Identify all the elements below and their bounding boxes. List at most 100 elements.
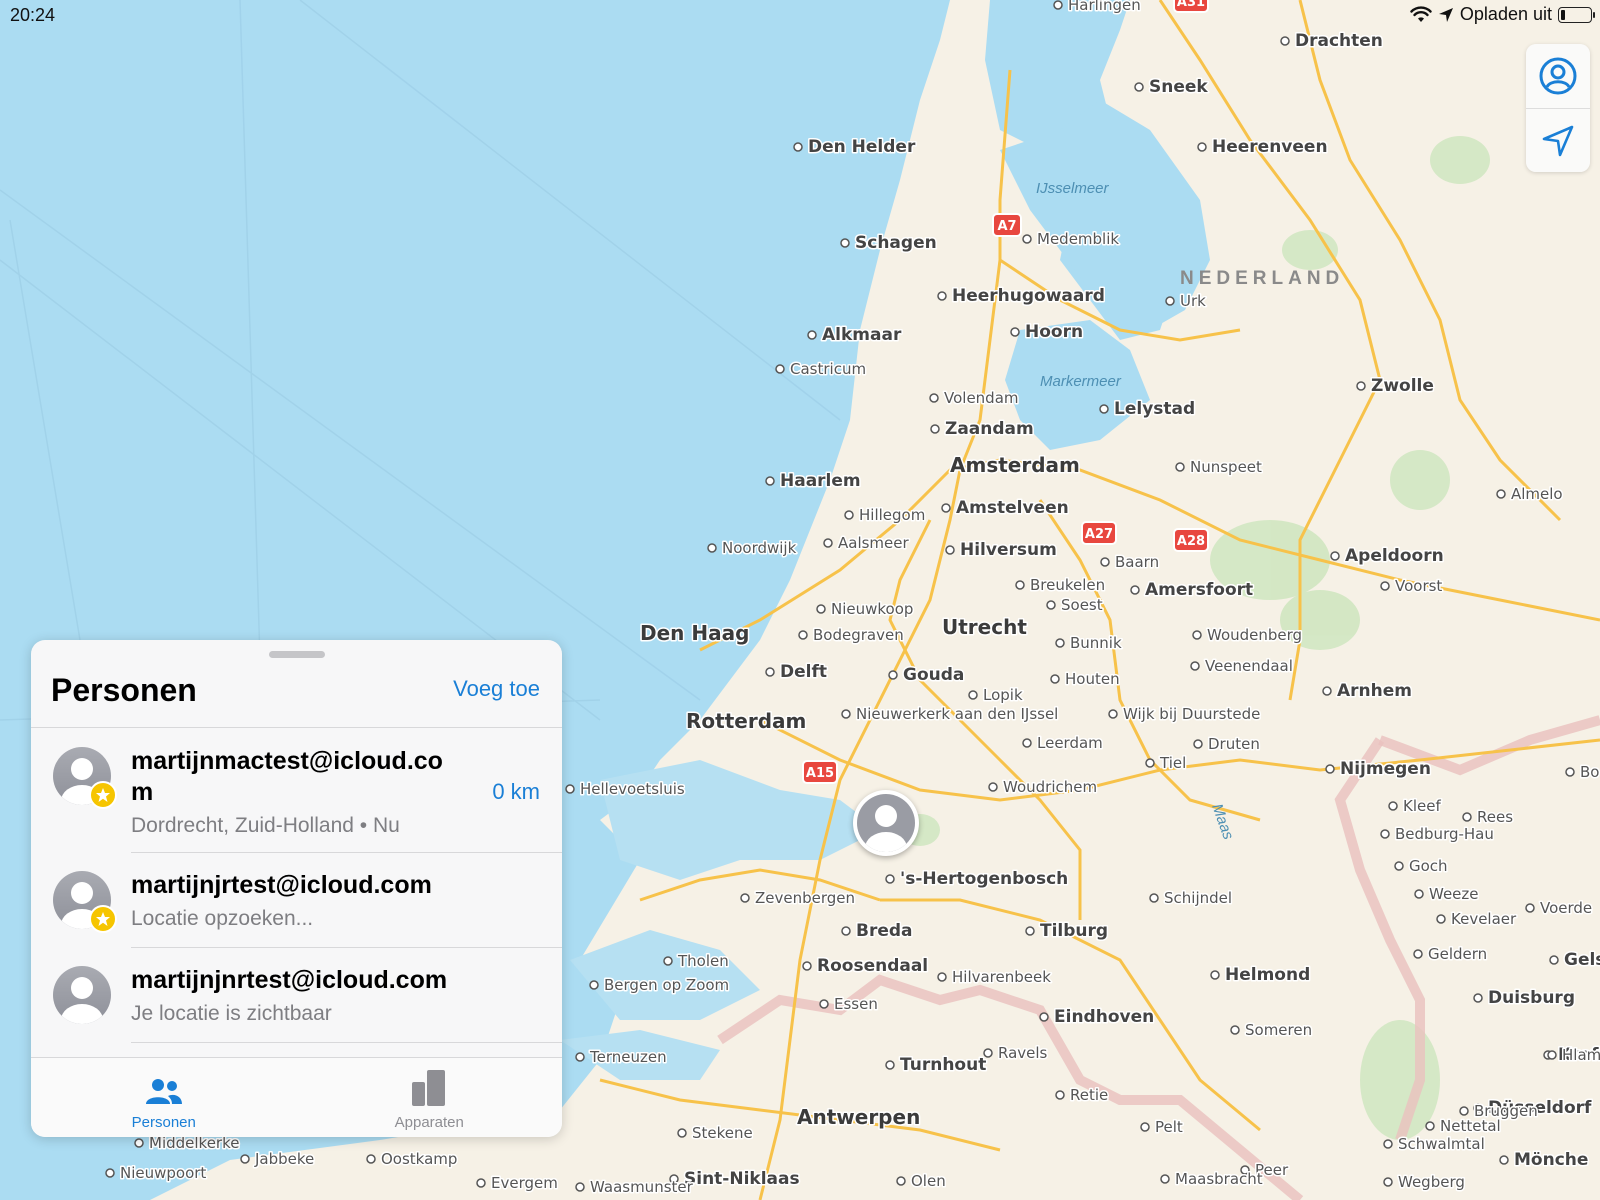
- map-city-label: Schagen: [855, 233, 937, 253]
- map-city-dot: [1099, 404, 1109, 414]
- map-city-dot: [1145, 758, 1155, 768]
- map-city-dot: [896, 1176, 906, 1186]
- charging-status: Opladen uit: [1459, 4, 1552, 24]
- map-city-label: Amersfoort: [1145, 580, 1253, 600]
- map-city-dot: [1025, 926, 1035, 936]
- map-city-label: Oostkamp: [381, 1150, 457, 1168]
- map-city-label: Hilvarenbeek: [952, 968, 1051, 986]
- map-city-dot: [1192, 630, 1202, 640]
- map-city-dot: [823, 538, 833, 548]
- map-city-label: Hellevoetsluis: [580, 780, 685, 798]
- map-city-dot: [937, 972, 947, 982]
- map-city-label: Wegberg: [1398, 1173, 1465, 1191]
- map-city-dot: [1388, 801, 1398, 811]
- map-city-label: Nettetal: [1440, 1117, 1501, 1135]
- map-city-label: Sneek: [1149, 77, 1208, 97]
- map-city-dot: [1050, 674, 1060, 684]
- person-row[interactable]: martijnjrtest@icloud.com Locatie opzoeke…: [53, 853, 562, 948]
- map-city-label: Nijmegen: [1340, 759, 1431, 779]
- person-location: Locatie opzoeken...: [131, 907, 314, 930]
- devices-icon: [412, 1070, 446, 1106]
- map-city-dot: [1210, 970, 1220, 980]
- map-city-label: Druten: [1208, 735, 1260, 753]
- map-city-dot: [707, 543, 717, 553]
- map-city-label: Castricum: [790, 360, 866, 378]
- locate-me-button[interactable]: [1526, 108, 1590, 172]
- road-shield: A15: [802, 760, 838, 784]
- map-city-dot: [105, 1168, 115, 1178]
- map-city-dot: [841, 709, 851, 719]
- map-water-label: IJsselmeer: [1036, 180, 1110, 197]
- map-city-label: Sint-Niklaas: [684, 1169, 800, 1189]
- svg-text:A27: A27: [1085, 527, 1113, 542]
- map-city-dot: [1022, 234, 1032, 244]
- map-city-dot: [1525, 903, 1535, 913]
- map-city-label: Delft: [780, 662, 827, 682]
- battery-level: [1561, 9, 1566, 20]
- map-city-label: Bunnik: [1070, 634, 1122, 652]
- map-city-dot: [793, 142, 803, 152]
- map-city-label: Amsterdam: [950, 453, 1080, 477]
- tab-personen[interactable]: Personen: [31, 1058, 297, 1137]
- map-city-dot: [1175, 462, 1185, 472]
- map-city-label: Antwerpen: [797, 1105, 920, 1129]
- map-water-label: Markermeer: [1040, 373, 1122, 390]
- add-person-button[interactable]: Voeg toe: [453, 676, 540, 702]
- map-city-dot: [677, 1128, 687, 1138]
- map-city-label: Tiel: [1159, 754, 1186, 772]
- tab-apparaten[interactable]: Apparaten: [297, 1058, 563, 1137]
- map-city-dot: [1015, 580, 1025, 590]
- map-city-label: Mönche: [1514, 1150, 1588, 1170]
- map-city-dot: [1462, 812, 1472, 822]
- map-city-label: Duisburg: [1488, 988, 1575, 1008]
- map-city-label: Ravels: [998, 1044, 1048, 1062]
- map-city-dot: [1230, 1025, 1240, 1035]
- map-city-dot: [1322, 686, 1332, 696]
- person-avatar-icon: [857, 794, 915, 852]
- map-city-label: Medemblik: [1037, 230, 1119, 248]
- tab-label: Apparaten: [394, 1114, 464, 1131]
- map-city-dot: [1149, 893, 1159, 903]
- map-city-label: Roosendaal: [817, 956, 928, 976]
- person-row[interactable]: martijnmactest@icloud.co m Dordrecht, Zui…: [53, 729, 562, 853]
- map-city-label: Den Helder: [808, 137, 916, 157]
- map-city-label: Nunspeet: [1190, 458, 1262, 476]
- map-city-label: Zevenbergen: [755, 889, 855, 907]
- map-city-label: Volendam: [944, 389, 1019, 407]
- map-city-label: Geldern: [1428, 945, 1487, 963]
- map-city-dot: [575, 1182, 585, 1192]
- map-city-label: Baarn: [1115, 553, 1159, 571]
- map-city-dot: [841, 926, 851, 936]
- map-city-label: Olen: [911, 1172, 946, 1190]
- map-city-dot: [366, 1154, 376, 1164]
- account-button[interactable]: [1526, 44, 1590, 108]
- person-circle-icon: [1539, 57, 1577, 95]
- map-city-dot: [1055, 638, 1065, 648]
- map-city-label: Jabbeke: [254, 1150, 314, 1168]
- person-row[interactable]: martijnjnrtest@icloud.com Je locatie is …: [53, 948, 562, 1043]
- map-city-dot: [1383, 1177, 1393, 1187]
- map-city-label: Wijk bij Duurstede: [1123, 705, 1260, 723]
- map-city-label: Voerde: [1540, 899, 1592, 917]
- map-city-dot: [1425, 1121, 1435, 1131]
- map-city-label: Zaandam: [945, 419, 1034, 439]
- map-city-dot: [930, 424, 940, 434]
- people-panel: Personen Voeg toe martijnmactest@icloud.…: [31, 640, 562, 1137]
- map-city-dot: [968, 690, 978, 700]
- map-city-dot: [1108, 709, 1118, 719]
- map-city-dot: [1547, 1050, 1557, 1060]
- map-city-label: Hillegom: [859, 506, 925, 524]
- map-city-dot: [1549, 955, 1559, 965]
- map-city-dot: [1496, 489, 1506, 499]
- map-city-dot: [1046, 600, 1056, 610]
- map-city-label: Zwolle: [1371, 376, 1434, 396]
- person-map-pin[interactable]: [853, 790, 919, 856]
- map-city-dot: [1055, 1090, 1065, 1100]
- people-icon: [145, 1079, 182, 1104]
- map-city-label: Drachten: [1295, 31, 1383, 51]
- map-city-label: Heerhugowaard: [952, 286, 1105, 306]
- svg-text:A28: A28: [1177, 534, 1205, 549]
- svg-text:A15: A15: [806, 766, 834, 781]
- map-city-dot: [937, 291, 947, 301]
- map-city-label: Gouda: [903, 665, 964, 685]
